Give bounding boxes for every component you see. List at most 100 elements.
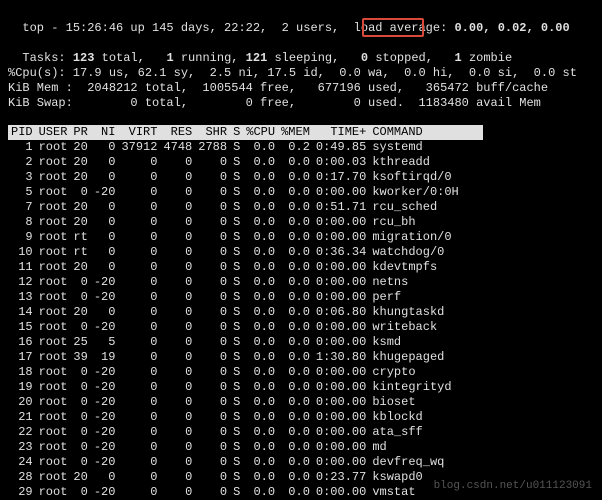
table-row[interactable]: 7root200000S0.00.00:51.71rcu_sched: [8, 200, 483, 215]
cell-user: root: [36, 170, 71, 185]
cell-shr: 0: [195, 485, 230, 500]
cell-res: 4748: [160, 140, 195, 155]
table-row[interactable]: 11root200000S0.00.00:00.00kdevtmpfs: [8, 260, 483, 275]
table-row[interactable]: 14root200000S0.00.00:06.80khungtaskd: [8, 305, 483, 320]
cell-user: root: [36, 230, 71, 245]
load-averages: 0.00, 0.02, 0.00: [454, 21, 569, 35]
cell-res: 0: [160, 395, 195, 410]
cell-pid: 8: [8, 215, 36, 230]
col-pid[interactable]: PID: [8, 125, 36, 140]
table-row[interactable]: 5root0-20000S0.00.00:00.00kworker/0:0H: [8, 185, 483, 200]
cell-user: root: [36, 305, 71, 320]
cell-s: S: [230, 335, 243, 350]
cell-pr: 0: [70, 410, 90, 425]
cell-shr: 0: [195, 200, 230, 215]
table-row[interactable]: 3root200000S0.00.00:17.70ksoftirqd/0: [8, 170, 483, 185]
cell-s: S: [230, 215, 243, 230]
col-cmd[interactable]: COMMAND: [369, 125, 483, 140]
cell-res: 0: [160, 380, 195, 395]
table-row[interactable]: 8root200000S0.00.00:00.00rcu_bh: [8, 215, 483, 230]
cell-s: S: [230, 155, 243, 170]
cell-mem: 0.0: [278, 230, 313, 245]
table-row[interactable]: 1root2003791247482788S0.00.20:49.85syste…: [8, 140, 483, 155]
tasks-line: Tasks: 123 total, 1 running, 121 sleepin…: [8, 36, 594, 66]
cell-cmd: ksmd: [369, 335, 483, 350]
table-row[interactable]: 18root0-20000S0.00.00:00.00crypto: [8, 365, 483, 380]
cell-time: 0:00.00: [313, 425, 369, 440]
cell-pid: 17: [8, 350, 36, 365]
col-virt[interactable]: VIRT: [118, 125, 160, 140]
table-row[interactable]: 2root200000S0.00.00:00.03kthreadd: [8, 155, 483, 170]
cell-mem: 0.0: [278, 350, 313, 365]
cell-cpu: 0.0: [243, 470, 278, 485]
col-time[interactable]: TIME+: [313, 125, 369, 140]
cell-shr: 0: [195, 275, 230, 290]
cell-cmd: systemd: [369, 140, 483, 155]
cell-pr: 0: [70, 380, 90, 395]
cell-mem: 0.0: [278, 245, 313, 260]
cell-cpu: 0.0: [243, 230, 278, 245]
cell-mem: 0.0: [278, 260, 313, 275]
cell-shr: 0: [195, 215, 230, 230]
col-shr[interactable]: SHR: [195, 125, 230, 140]
cell-virt: 0: [118, 350, 160, 365]
cell-time: 0:06.80: [313, 305, 369, 320]
cell-time: 0:00.00: [313, 455, 369, 470]
cell-s: S: [230, 200, 243, 215]
table-row[interactable]: 24root0-20000S0.00.00:00.00devfreq_wq: [8, 455, 483, 470]
cell-res: 0: [160, 440, 195, 455]
table-row[interactable]: 29root0-20000S0.00.00:00.00vmstat: [8, 485, 483, 500]
cell-time: 0:00.00: [313, 275, 369, 290]
table-row[interactable]: 16root255000S0.00.00:00.00ksmd: [8, 335, 483, 350]
cell-pr: 0: [70, 425, 90, 440]
cell-time: 0:00.00: [313, 410, 369, 425]
cell-user: root: [36, 215, 71, 230]
cell-time: 0:00.00: [313, 320, 369, 335]
table-row[interactable]: 13root0-20000S0.00.00:00.00perf: [8, 290, 483, 305]
table-row[interactable]: 22root0-20000S0.00.00:00.00ata_sff: [8, 425, 483, 440]
cell-cpu: 0.0: [243, 365, 278, 380]
col-mem[interactable]: %MEM: [278, 125, 313, 140]
col-cpu[interactable]: %CPU: [243, 125, 278, 140]
cell-mem: 0.0: [278, 290, 313, 305]
table-row[interactable]: 12root0-20000S0.00.00:00.00netns: [8, 275, 483, 290]
cell-cmd: kblockd: [369, 410, 483, 425]
cell-mem: 0.0: [278, 305, 313, 320]
cell-pr: 0: [70, 290, 90, 305]
table-row[interactable]: 15root0-20000S0.00.00:00.00writeback: [8, 320, 483, 335]
cell-res: 0: [160, 290, 195, 305]
cell-pr: 20: [70, 200, 90, 215]
cell-user: root: [36, 470, 71, 485]
cell-s: S: [230, 365, 243, 380]
col-user[interactable]: USER: [36, 125, 71, 140]
cell-ni: -20: [91, 485, 119, 500]
cell-cpu: 0.0: [243, 275, 278, 290]
table-row[interactable]: 17root3919000S0.00.01:30.80khugepaged: [8, 350, 483, 365]
table-row[interactable]: 20root0-20000S0.00.00:00.00bioset: [8, 395, 483, 410]
col-pr[interactable]: PR: [70, 125, 90, 140]
cell-cpu: 0.0: [243, 215, 278, 230]
col-ni[interactable]: NI: [91, 125, 119, 140]
watermark: blog.csdn.net/u011123091: [434, 480, 592, 494]
cell-mem: 0.0: [278, 320, 313, 335]
cell-time: 0:00.00: [313, 260, 369, 275]
cell-cmd: kdevtmpfs: [369, 260, 483, 275]
table-row[interactable]: 23root0-20000S0.00.00:00.00md: [8, 440, 483, 455]
table-row[interactable]: 10rootrt0000S0.00.00:36.34watchdog/0: [8, 245, 483, 260]
col-res[interactable]: RES: [160, 125, 195, 140]
cell-shr: 0: [195, 170, 230, 185]
cell-cpu: 0.0: [243, 320, 278, 335]
cell-user: root: [36, 155, 71, 170]
cell-cpu: 0.0: [243, 200, 278, 215]
table-row[interactable]: 28root200000S0.00.00:23.77kswapd0: [8, 470, 483, 485]
cell-s: S: [230, 380, 243, 395]
table-header-row[interactable]: PID USER PR NI VIRT RES SHR S %CPU %MEM …: [8, 125, 483, 140]
cell-shr: 0: [195, 290, 230, 305]
col-s[interactable]: S: [230, 125, 243, 140]
cell-cmd: khungtaskd: [369, 305, 483, 320]
table-row[interactable]: 19root0-20000S0.00.00:00.00kintegrityd: [8, 380, 483, 395]
table-row[interactable]: 21root0-20000S0.00.00:00.00kblockd: [8, 410, 483, 425]
cell-res: 0: [160, 230, 195, 245]
table-row[interactable]: 9rootrt0000S0.00.00:00.00migration/0: [8, 230, 483, 245]
cell-cmd: perf: [369, 290, 483, 305]
